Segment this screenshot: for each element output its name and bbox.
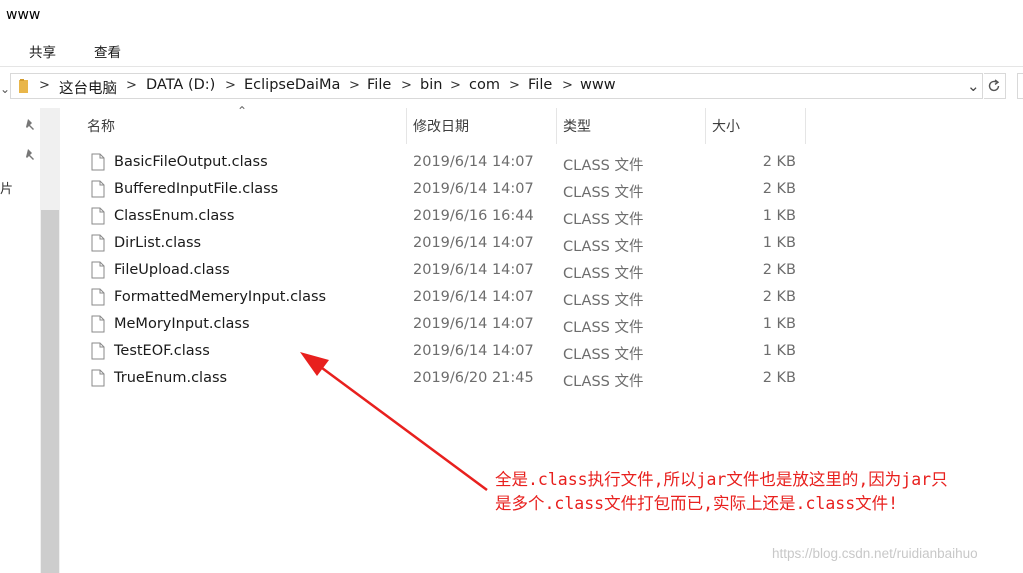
annotation-line-1: 全是.class执行文件,所以jar文件也是放这里的,因为jar只: [495, 470, 948, 489]
watermark: https://blog.csdn.net/ruidianbaihuo: [772, 546, 978, 561]
annotation-line-2: 是多个.class文件打包而已,实际上还是.class文件!: [495, 494, 899, 513]
annotation-note: 全是.class执行文件,所以jar文件也是放这里的,因为jar只 是多个.cl…: [495, 468, 1023, 516]
